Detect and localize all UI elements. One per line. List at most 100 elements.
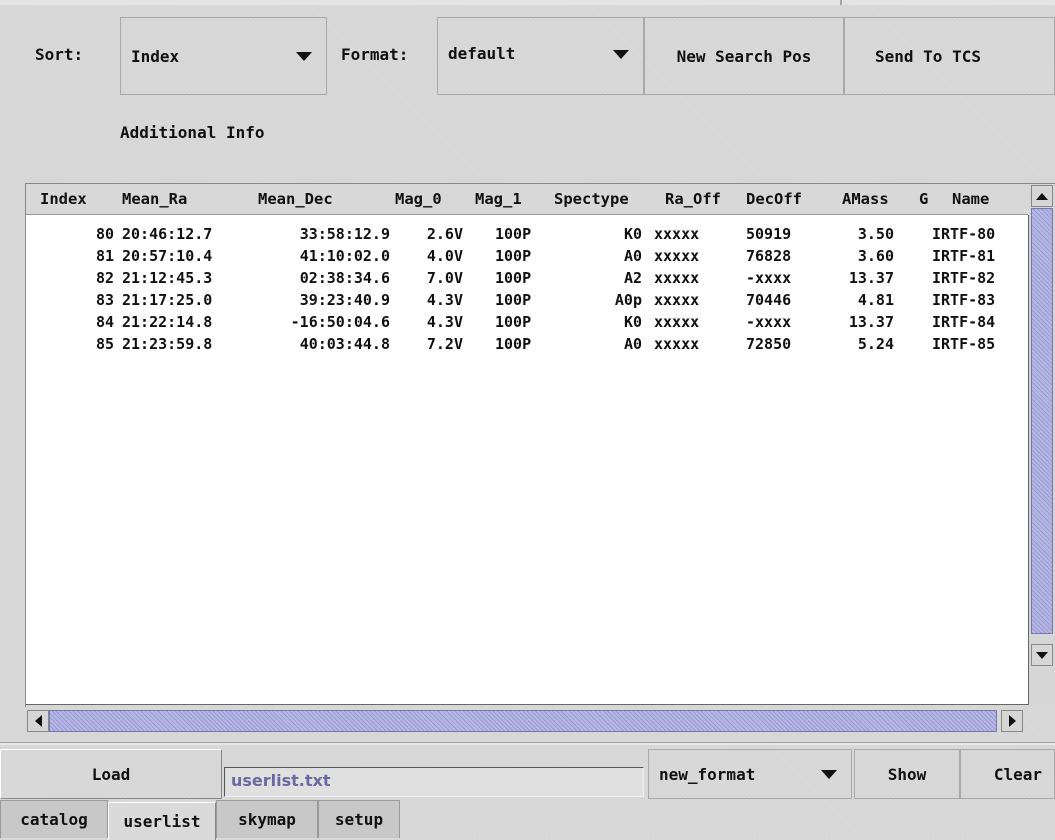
cell-mean-ra: 21:22:14.8 (122, 313, 213, 331)
cell-amass: 13.37 (848, 313, 894, 331)
cell-decoff: 70446 (746, 291, 792, 309)
cell-mean-ra: 20:57:10.4 (122, 247, 213, 265)
sort-select-value: Index (131, 46, 180, 66)
cell-mag-0: 4.3V (426, 313, 463, 331)
cell-mag-1: 100P (495, 225, 532, 243)
cell-mean-dec: -16:50:04.6 (290, 313, 390, 331)
cell-mean-ra: 21:17:25.0 (122, 291, 213, 309)
clear-button[interactable]: Clear (960, 749, 1055, 799)
column-header-mean-dec[interactable]: Mean_Dec (258, 190, 333, 208)
cell-index: 81 (95, 247, 114, 265)
column-header-ra-off[interactable]: Ra_Off (665, 190, 721, 208)
cell-mag-1: 100P (495, 335, 532, 353)
cell-name: IRTF-81 (932, 247, 996, 265)
tab-userlist[interactable]: userlist (108, 802, 216, 840)
cell-mag-0: 2.6V (426, 225, 463, 243)
format-label: Format: (341, 45, 409, 64)
cell-mag-0: 4.3V (426, 291, 463, 309)
tab-skymap[interactable]: skymap (216, 800, 318, 838)
column-header-mag-1[interactable]: Mag_1 (475, 190, 522, 208)
column-header-mean-ra[interactable]: Mean_Ra (122, 190, 187, 208)
cell-mag-1: 100P (495, 247, 532, 265)
cell-spectype: A0p (614, 291, 642, 309)
filename-input[interactable]: userlist.txt (224, 767, 644, 797)
table-row[interactable]: 80 20:46:12.7 33:58:12.9 2.6V 100P K0 xx… (26, 225, 1028, 247)
table-row[interactable]: 81 20:57:10.4 41:10:02.0 4.0V 100P A0 xx… (26, 247, 1028, 269)
cell-mean-dec: 33:58:12.9 (299, 225, 390, 243)
chevron-down-icon (821, 769, 837, 779)
table-body: 80 20:46:12.7 33:58:12.9 2.6V 100P K0 xx… (26, 215, 1029, 705)
cell-mag-1: 100P (495, 269, 532, 287)
cell-decoff: -xxxx (746, 313, 792, 331)
column-header-index[interactable]: Index (40, 190, 87, 208)
load-button[interactable]: Load (0, 749, 222, 799)
cell-mean-ra: 21:12:45.3 (122, 269, 213, 287)
additional-info-label: Additional Info (120, 123, 265, 142)
cell-mean-dec: 02:38:34.6 (299, 269, 390, 287)
column-header-name[interactable]: Name (952, 190, 989, 208)
vertical-scroll-thumb[interactable] (1031, 208, 1053, 634)
send-to-tcs-button[interactable]: Send To TCS (844, 17, 1055, 95)
chevron-down-icon (613, 50, 629, 59)
table-row[interactable]: 83 21:17:25.0 39:23:40.9 4.3V 100P A0p x… (26, 291, 1028, 313)
arrow-up-icon (1036, 192, 1048, 200)
cell-ra-off: xxxxx (654, 291, 700, 309)
scroll-down-button[interactable] (1031, 644, 1053, 666)
column-header-decoff[interactable]: DecOff (746, 190, 802, 208)
column-header-spectype[interactable]: Spectype (554, 190, 629, 208)
cell-amass: 4.81 (857, 291, 894, 309)
scroll-left-button[interactable] (27, 710, 49, 732)
cell-spectype: A2 (623, 269, 642, 287)
column-header-g[interactable]: G (919, 190, 928, 208)
arrow-right-icon (1008, 715, 1016, 727)
horizontal-scroll-thumb[interactable] (49, 710, 997, 732)
bottom-divider (0, 742, 1055, 745)
tab-catalog[interactable]: catalog (0, 800, 108, 838)
cell-amass: 3.50 (857, 225, 894, 243)
cell-ra-off: xxxxx (654, 335, 700, 353)
cell-mag-1: 100P (495, 291, 532, 309)
cell-name: IRTF-83 (932, 291, 996, 309)
scroll-right-button[interactable] (1001, 710, 1023, 732)
tab-setup[interactable]: setup (318, 800, 400, 838)
cell-spectype: K0 (623, 225, 642, 243)
format-select[interactable]: default (437, 17, 644, 95)
cell-mag-0: 7.2V (426, 335, 463, 353)
cell-index: 84 (95, 313, 114, 331)
sort-select[interactable]: Index (120, 17, 327, 95)
table-row[interactable]: 85 21:23:59.8 40:03:44.8 7.2V 100P A0 xx… (26, 335, 1028, 357)
cell-decoff: 72850 (746, 335, 792, 353)
cell-amass: 3.60 (857, 247, 894, 265)
scroll-up-button[interactable] (1031, 185, 1053, 207)
arrow-left-icon (34, 715, 42, 727)
table-header: Index Mean_Ra Mean_Dec Mag_0 Mag_1 Spect… (26, 184, 1028, 215)
top-frame-edge (0, 0, 1055, 5)
cell-mean-ra: 21:23:59.8 (122, 335, 213, 353)
cell-index: 80 (95, 225, 114, 243)
cell-decoff: 76828 (746, 247, 792, 265)
cell-mag-1: 100P (495, 313, 532, 331)
cell-index: 85 (95, 335, 114, 353)
cell-name: IRTF-82 (932, 269, 996, 287)
new-search-pos-button[interactable]: New Search Pos (644, 17, 844, 95)
column-header-amass[interactable]: AMass (842, 190, 889, 208)
show-button[interactable]: Show (854, 749, 960, 799)
output-format-select[interactable]: new_format (648, 749, 852, 799)
vertical-scrollbar[interactable] (1029, 184, 1055, 704)
sort-label: Sort: (35, 45, 84, 64)
cell-spectype: K0 (623, 313, 642, 331)
cell-amass: 5.24 (857, 335, 894, 353)
cell-mean-dec: 41:10:02.0 (299, 247, 390, 265)
horizontal-scrollbar[interactable] (25, 708, 1027, 734)
cell-index: 82 (95, 269, 114, 287)
cell-name: IRTF-80 (932, 225, 996, 243)
cell-name: IRTF-84 (932, 313, 996, 331)
cell-mean-dec: 40:03:44.8 (299, 335, 390, 353)
column-header-mag-0[interactable]: Mag_0 (395, 190, 442, 208)
cell-mag-0: 7.0V (426, 269, 463, 287)
cell-name: IRTF-85 (932, 335, 996, 353)
table-row[interactable]: 82 21:12:45.3 02:38:34.6 7.0V 100P A2 xx… (26, 269, 1028, 291)
table-row[interactable]: 84 21:22:14.8 -16:50:04.6 4.3V 100P K0 x… (26, 313, 1028, 335)
output-format-value: new_format (659, 764, 756, 784)
cell-spectype: A0 (623, 335, 642, 353)
